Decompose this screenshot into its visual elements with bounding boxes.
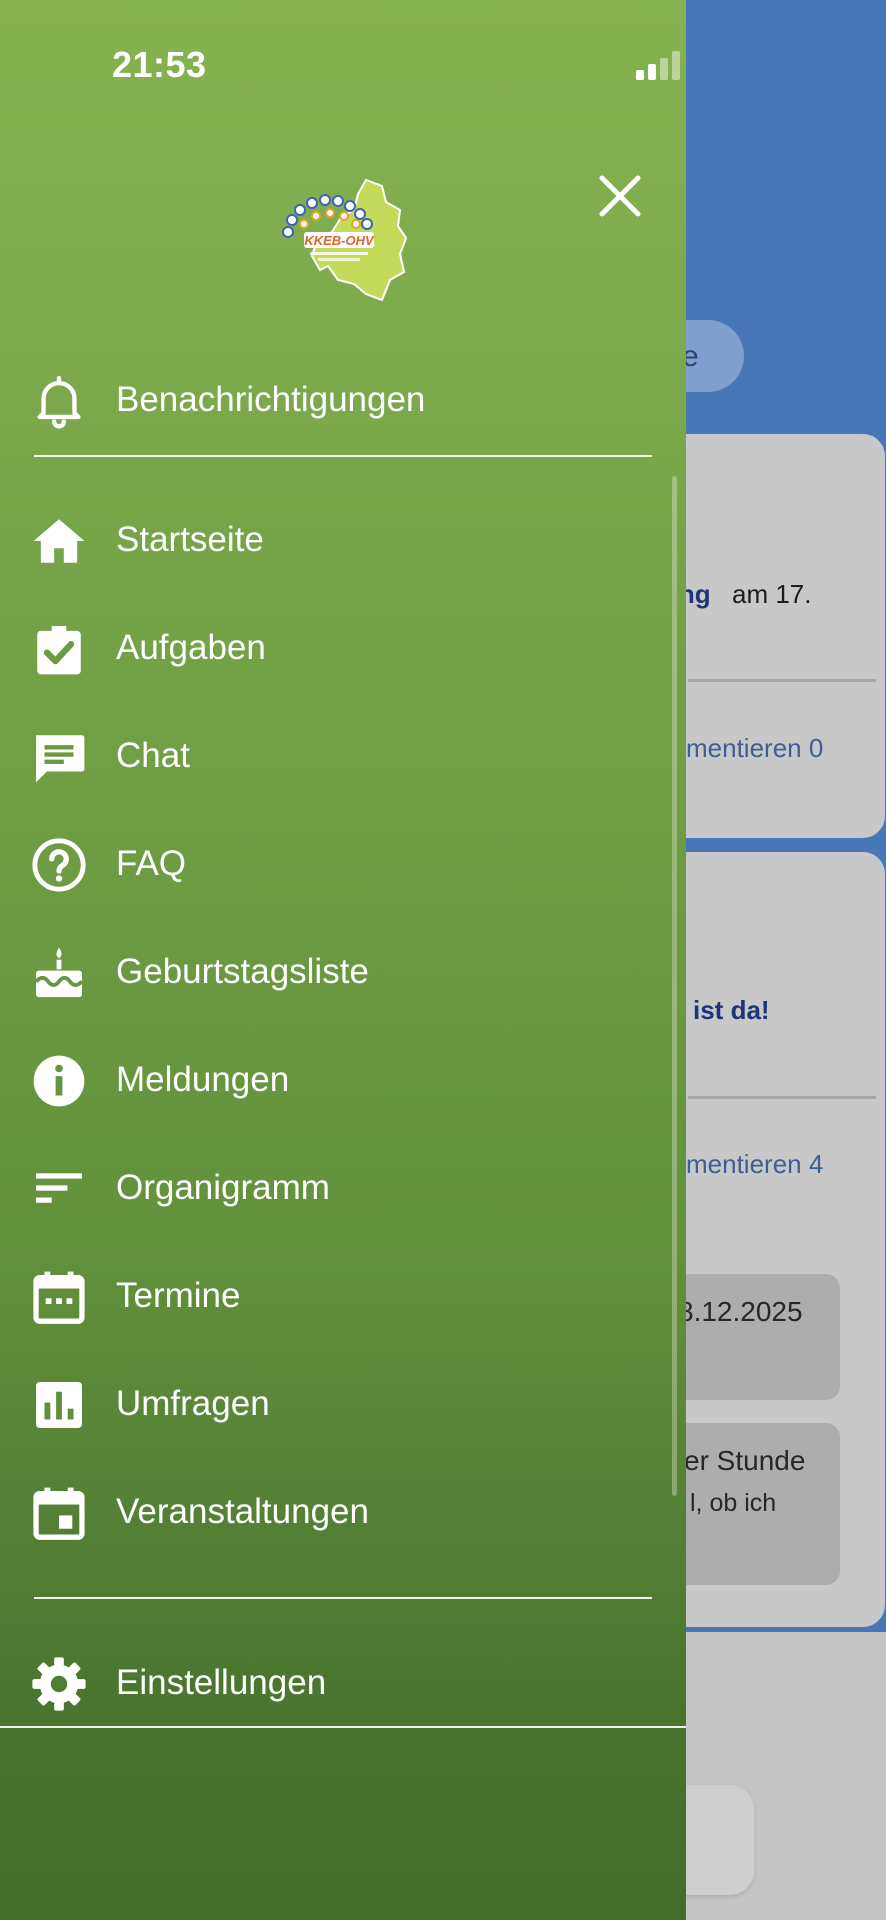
- chat-icon: [36, 735, 85, 783]
- menu-divider: [0, 1726, 686, 1728]
- background-card-text: am 17.: [732, 579, 812, 609]
- close-icon[interactable]: [594, 170, 646, 222]
- calendar-dots-icon: [33, 1271, 85, 1324]
- poll-chart-icon: [36, 1382, 82, 1428]
- menu-item-einstellungen[interactable]: Einstellungen: [0, 1643, 686, 1723]
- info-icon: [33, 1055, 85, 1107]
- background-card-highlight: ist da!: [693, 995, 770, 1025]
- navigation-drawer: 21:53 17 KKEB-OHV: [0, 0, 686, 1920]
- signal-icon: [636, 50, 680, 80]
- menu-item-label: Startseite: [116, 520, 264, 559]
- bell-icon: [37, 375, 81, 429]
- menu-item-notifications[interactable]: Benachrichtigungen: [0, 360, 686, 440]
- menu-divider: [34, 1597, 652, 1599]
- menu-item-startseite[interactable]: Startseite: [0, 500, 686, 580]
- background-comments-link: mentieren 0: [686, 733, 824, 763]
- menu-item-organigramm[interactable]: Organigramm: [0, 1148, 686, 1228]
- gear-icon: [32, 1657, 86, 1711]
- question-circle-icon: [32, 838, 86, 892]
- menu-item-label: Meldungen: [116, 1060, 290, 1099]
- drawer-scrollbar[interactable]: [672, 476, 677, 1496]
- menu-item-umfragen[interactable]: Umfragen: [0, 1364, 686, 1444]
- sort-lines-icon: [36, 1173, 82, 1203]
- clipboard-check-icon: [37, 626, 81, 675]
- menu-item-label: Termine: [116, 1276, 241, 1315]
- menu-item-label: Aufgaben: [116, 628, 266, 667]
- birthday-cake-icon: [34, 947, 84, 998]
- menu-item-label: Geburtstagsliste: [116, 952, 369, 991]
- menu-item-faq[interactable]: FAQ: [0, 824, 686, 904]
- menu-item-label: FAQ: [116, 844, 187, 883]
- menu-item-veranstaltungen[interactable]: Veranstaltungen: [0, 1472, 686, 1552]
- background-event-text: l, ob ich: [690, 1489, 777, 1517]
- background-event-title: er Stunde: [684, 1445, 806, 1476]
- background-divider: [688, 1096, 876, 1099]
- background-divider: [688, 679, 876, 682]
- menu-item-chat[interactable]: Chat: [0, 716, 686, 796]
- menu-item-label: Umfragen: [116, 1384, 270, 1423]
- menu-item-label: Chat: [116, 736, 190, 775]
- menu-item-aufgaben[interactable]: Aufgaben: [0, 608, 686, 688]
- home-icon: [33, 519, 85, 563]
- menu-item-termine[interactable]: Termine: [0, 1256, 686, 1336]
- menu-item-label: Veranstaltungen: [116, 1492, 369, 1531]
- status-time: 21:53: [112, 44, 207, 85]
- background-comments-link: mentieren 4: [686, 1149, 824, 1179]
- background-event-date: 8.12.2025: [678, 1296, 803, 1327]
- menu-divider: [34, 455, 652, 457]
- menu-item-meldungen[interactable]: Meldungen: [0, 1040, 686, 1120]
- kkeb-ohv-logo: KKEB-OHV: [282, 178, 408, 302]
- menu-item-label: Organigramm: [116, 1168, 330, 1207]
- event-calendar-icon: [33, 1487, 85, 1540]
- menu-item-label: Einstellungen: [116, 1663, 327, 1702]
- menu-item-label: Benachrichtigungen: [116, 380, 426, 419]
- menu-item-geburtstagsliste[interactable]: Geburtstagsliste: [0, 932, 686, 1012]
- logo-text: KKEB-OHV: [304, 233, 375, 248]
